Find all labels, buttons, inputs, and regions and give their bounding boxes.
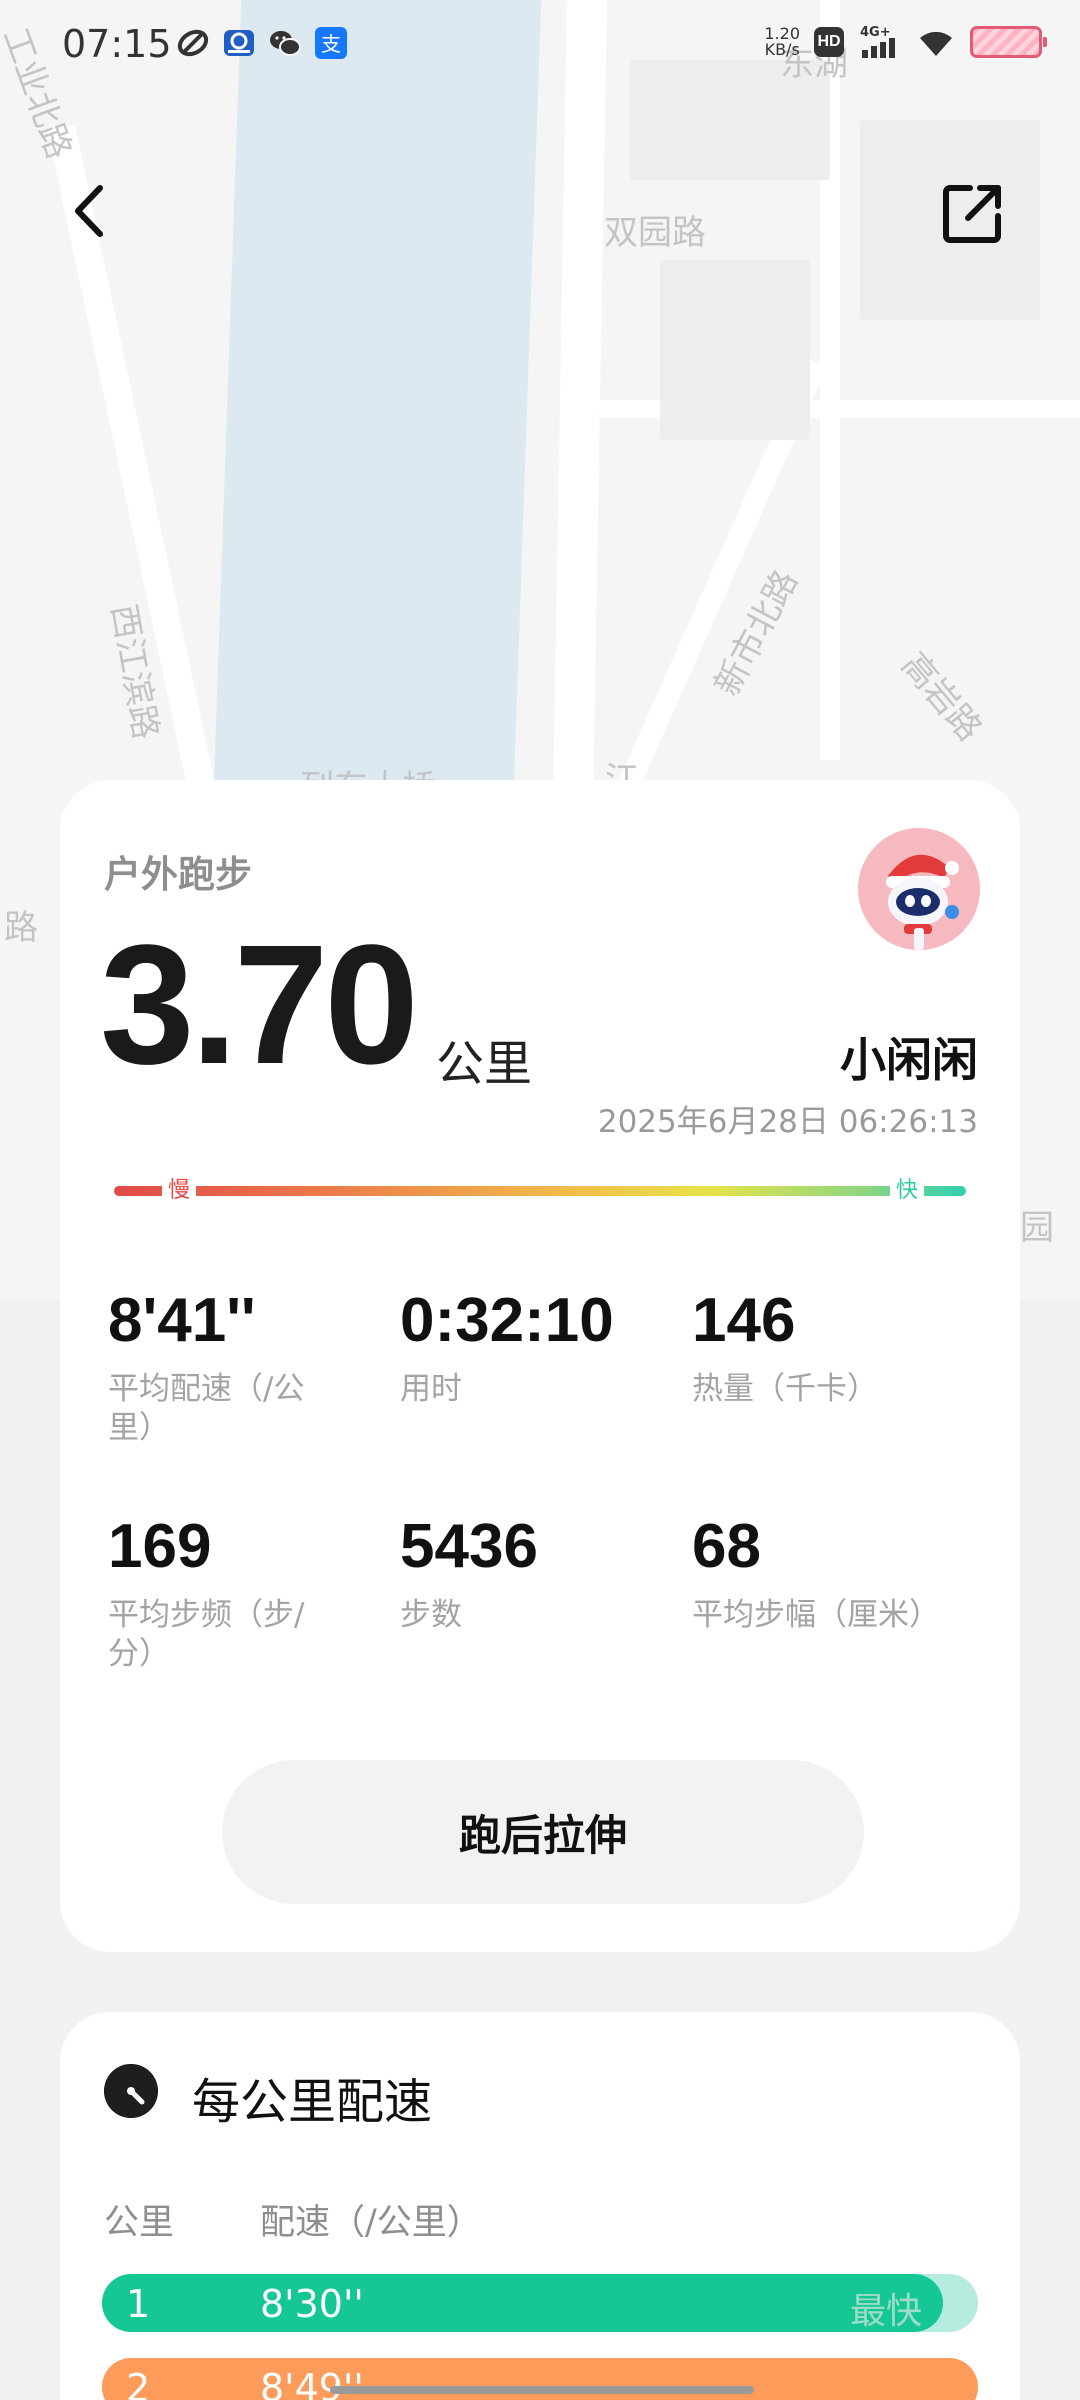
share-button[interactable]: [942, 182, 1004, 244]
split-row: 1 8'30'' 最快: [102, 2274, 978, 2332]
svg-text:支: 支: [321, 32, 341, 56]
split-pace: 8'49'': [260, 2366, 364, 2400]
stat-value: 169: [108, 1512, 212, 1581]
map-block: [660, 260, 810, 440]
stat-steps: 5436 步数: [400, 1516, 640, 1635]
status-right-group: 1.20 KB/s HD 4G+: [764, 20, 1047, 64]
stat-label: 平均步幅（厘米）: [692, 1597, 940, 1633]
stat-label: 平均步频（步/分）: [108, 1597, 305, 1672]
stat-label: 平均配速（/公里）: [108, 1371, 305, 1446]
sync-icon: [177, 29, 209, 57]
status-bar: 07:15 支 1.20 KB/s HD 4G+: [0, 0, 1080, 84]
stat-value: 68: [692, 1512, 761, 1581]
stat-label: 热量（千卡）: [692, 1371, 878, 1407]
run-datetime: 2025年6月28日 06:26:13: [597, 1104, 978, 1140]
stat-label: 用时: [400, 1371, 462, 1407]
map-road: [553, 0, 607, 800]
river-area: [214, 0, 542, 780]
pace-slow-label: 慢: [162, 1172, 197, 1204]
stat-value: 0:32:10: [400, 1286, 614, 1355]
split-fill-bar: [102, 2274, 943, 2332]
distance-unit: 公里: [436, 1036, 533, 1092]
signal-icon: 4G+: [860, 25, 895, 58]
speedometer-icon: [104, 2064, 158, 2118]
robot-avatar-icon: [858, 828, 980, 950]
stat-value: 8'41'': [108, 1286, 256, 1355]
column-header-pace: 配速（/公里）: [260, 2203, 482, 2243]
stat-cadence: 169 平均步频（步/分）: [108, 1516, 348, 1674]
stat-duration: 0:32:10 用时: [400, 1290, 640, 1409]
run-summary-card: 户外跑步 3.70 公里 小闲闲 2025年6月28日 06:26:13 慢 快…: [60, 780, 1020, 1952]
split-km: 2: [126, 2366, 151, 2400]
hd-badge: HD: [814, 27, 844, 57]
wechat-icon: [270, 31, 301, 56]
home-indicator[interactable]: [330, 2386, 754, 2394]
stat-value: 146: [692, 1286, 796, 1355]
stat-calories: 146 热量（千卡）: [692, 1290, 932, 1409]
distance-value: 3.70: [100, 910, 419, 1100]
split-pace: 8'30'': [260, 2282, 364, 2326]
stat-value: 5436: [400, 1512, 538, 1581]
pace-section-title: 每公里配速: [192, 2074, 433, 2130]
avatar[interactable]: [858, 828, 980, 950]
pace-fast-label: 快: [890, 1172, 925, 1204]
stat-avg-pace: 8'41'' 平均配速（/公里）: [108, 1290, 348, 1448]
map-label-gaoyan-road: 高岩路: [893, 645, 990, 749]
post-run-stretch-button[interactable]: 跑后拉伸: [222, 1760, 864, 1904]
app-notification-icon: [224, 30, 254, 56]
column-header-km: 公里: [104, 2203, 175, 2243]
map-label-yuan: 园: [1020, 1208, 1054, 1248]
pace-per-km-card: 每公里配速 公里 配速（/公里） 1 8'30'' 最快 2 8'49'': [60, 2012, 1020, 2400]
back-button[interactable]: [66, 180, 116, 242]
activity-type: 户外跑步: [104, 853, 252, 896]
map-label-shuangyuan-road: 双园路: [604, 213, 706, 253]
fastest-tag: 最快: [849, 2291, 922, 2332]
battery-icon: [970, 26, 1047, 58]
svg-text:4G+: 4G+: [860, 25, 891, 40]
wifi-icon: [920, 31, 952, 56]
network-speed: 1.20 KB/s: [764, 24, 800, 59]
pace-gradient-bar: [114, 1186, 966, 1196]
map-label-lu: 路: [4, 908, 38, 948]
username: 小闲闲: [840, 1033, 978, 1087]
alipay-icon: 支: [315, 27, 347, 59]
stat-stride: 68 平均步幅（厘米）: [692, 1516, 992, 1635]
split-km: 1: [126, 2282, 151, 2326]
status-time: 07:15: [62, 22, 172, 66]
stat-label: 步数: [400, 1597, 462, 1633]
